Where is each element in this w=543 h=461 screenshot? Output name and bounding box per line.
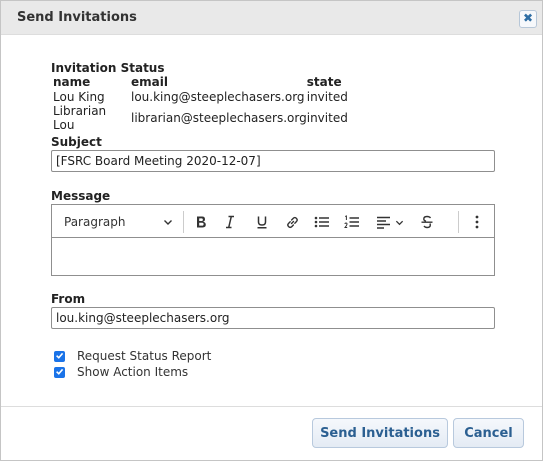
dialog-titlebar: Send Invitations ✖	[1, 1, 542, 35]
subject-input[interactable]	[51, 150, 495, 172]
request-status-report-checkbox[interactable]	[54, 349, 65, 363]
message-body[interactable]	[52, 239, 494, 275]
check-icon	[55, 365, 64, 379]
underline-button[interactable]	[251, 210, 273, 234]
bulleted-list-icon	[314, 215, 330, 229]
send-invitations-button[interactable]: Send Invitations	[312, 418, 448, 448]
cell-email: lou.king@steeplechasers.org	[131, 89, 305, 104]
show-action-items-checkbox[interactable]	[54, 365, 65, 379]
cell-name: Lou King	[53, 89, 105, 104]
link-button[interactable]	[281, 210, 303, 234]
underline-icon	[255, 215, 269, 229]
column-header-email: email	[131, 75, 168, 90]
paragraph-dropdown[interactable]: Paragraph	[60, 210, 180, 234]
chevron-down-icon	[395, 218, 404, 227]
show-action-items-option: Show Action Items	[54, 365, 188, 379]
more-button[interactable]	[466, 210, 488, 234]
italic-icon	[223, 215, 237, 229]
from-label: From	[51, 292, 86, 306]
bold-icon	[194, 215, 208, 229]
request-status-report-option: Request Status Report	[54, 349, 211, 363]
cell-name: Librarian Lou	[53, 104, 107, 132]
more-icon	[475, 215, 479, 229]
invitation-status-table: name email state Lou King lou.king@steep…	[53, 75, 367, 132]
bold-button[interactable]	[190, 210, 212, 234]
subject-label: Subject	[51, 135, 102, 149]
table-header-row: name email state	[53, 75, 367, 90]
numbered-list-icon	[344, 215, 360, 229]
italic-button[interactable]	[219, 210, 241, 234]
show-action-items-label: Show Action Items	[77, 365, 189, 379]
table-row: Lou King lou.king@steeplechasers.org inv…	[53, 90, 367, 105]
dialog-title: Send Invitations	[17, 10, 137, 25]
cell-state: invited	[306, 89, 348, 104]
column-header-name: name	[53, 75, 91, 90]
column-header-state: state	[306, 75, 342, 90]
align-icon	[376, 215, 391, 229]
send-invitations-dialog: Send Invitations ✖ Invitation Status nam…	[0, 0, 543, 461]
toolbar-separator	[458, 211, 459, 233]
align-dropdown[interactable]	[372, 210, 408, 234]
link-icon	[285, 215, 300, 230]
close-button[interactable]: ✖	[519, 10, 537, 28]
request-status-report-label: Request Status Report	[77, 349, 212, 363]
table-row: Librarian Lou librarian@steeplechasers.o…	[53, 104, 367, 132]
message-editor: Paragraph	[51, 204, 495, 276]
strikethrough-button[interactable]	[416, 210, 438, 234]
message-label: Message	[51, 189, 111, 203]
paragraph-dropdown-label: Paragraph	[64, 215, 126, 229]
cell-state: invited	[306, 111, 348, 125]
invitation-status-title: Invitation Status	[51, 61, 165, 75]
check-icon	[55, 349, 64, 363]
strikethrough-icon	[420, 215, 434, 229]
close-icon: ✖	[522, 11, 534, 25]
cancel-button[interactable]: Cancel	[453, 418, 524, 448]
editor-toolbar: Paragraph	[52, 205, 494, 238]
from-input[interactable]	[51, 307, 495, 329]
dialog-footer: Send Invitations Cancel	[1, 406, 542, 460]
numbered-list-button[interactable]	[341, 210, 363, 234]
toolbar-separator	[183, 211, 184, 233]
chevron-down-icon	[163, 217, 173, 227]
bulleted-list-button[interactable]	[311, 210, 333, 234]
cell-email: librarian@steeplechasers.org	[131, 111, 307, 125]
